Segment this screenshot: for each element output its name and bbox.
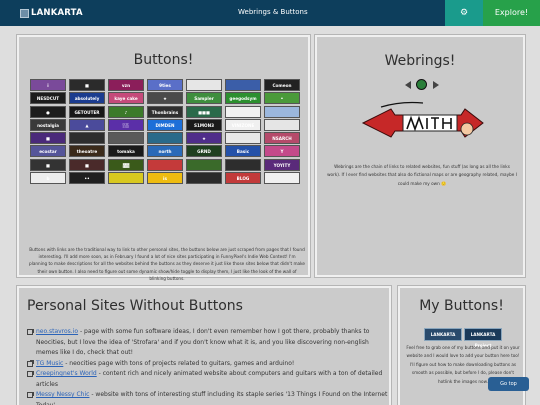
list-item: neo.stavros.io - page with some fun soft… [27, 327, 389, 359]
site-88x31-button[interactable] [225, 158, 261, 171]
prev-arrow-icon[interactable] [405, 81, 411, 89]
list-item: TG Music - neocities page with tons of p… [27, 359, 389, 370]
site-88x31-button[interactable]: ● [30, 105, 66, 118]
brand-flag-icon [20, 8, 29, 18]
site-88x31-button[interactable] [186, 158, 222, 171]
my-buttons-heading: My Buttons! [419, 298, 504, 314]
site-88x31-button[interactable]: • [264, 92, 300, 105]
site-88x31-button[interactable]: NSARCH [264, 132, 300, 145]
my-button-lankarta-project[interactable]: LANKARTA Project [464, 328, 502, 348]
site-88x31-button[interactable]: BLOG [225, 171, 261, 184]
site-88x31-button[interactable]: is [147, 171, 183, 184]
site-88x31-button[interactable]: tomaka [108, 145, 144, 158]
site-88x31-button[interactable] [225, 132, 261, 145]
site-88x31-button[interactable]: ★ [147, 92, 183, 105]
external-link-icon [27, 391, 34, 398]
site-description: - website with tons of interesting stuff… [36, 391, 388, 405]
site-88x31-button[interactable] [108, 171, 144, 184]
site-88x31-button[interactable]: GETOUTER [69, 105, 105, 118]
site-link[interactable]: Messy Nessy Chic [36, 391, 89, 398]
site-88x31-button[interactable]: YOYITY [264, 158, 300, 171]
external-link-icon [27, 360, 34, 367]
buttons-heading: Buttons! [133, 52, 194, 68]
buttons-panel: Buttons! i ■ vzn 9ties Comeon NESDCUT absolute… [17, 35, 310, 281]
site-88x31-button[interactable]: north [147, 145, 183, 158]
button-wall: i ■ vzn 9ties Comeon NESDCUT absolutely kaye ca… [30, 79, 302, 185]
personal-sites-panel: Personal Sites Without Buttons neo.stavr… [17, 286, 391, 405]
site-88x31-button[interactable]: ★ [186, 132, 222, 145]
site-88x31-button[interactable]: ■ [30, 132, 66, 145]
brand-name: LANKARTA [31, 8, 83, 18]
personal-sites-heading: Personal Sites Without Buttons [27, 298, 243, 314]
site-88x31-button[interactable] [147, 132, 183, 145]
webrings-description: Webrings are the chain of links to relat… [327, 164, 517, 186]
my-button-lankarta[interactable]: LANKARTA [424, 328, 462, 341]
site-88x31-button[interactable]: theoatre [69, 145, 105, 158]
site-88x31-button[interactable] [147, 158, 183, 171]
site-description: - page with some fun software ideas, I d… [36, 328, 370, 356]
external-link-icon [27, 370, 34, 377]
list-item: Messy Nessy Chic - website with tons of … [27, 390, 389, 405]
site-88x31-button[interactable]: ■ [69, 158, 105, 171]
site-88x31-button[interactable]: kaye cake [108, 92, 144, 105]
webring-banner-image[interactable] [361, 93, 485, 153]
go-top-button[interactable]: Go top [488, 377, 529, 391]
site-88x31-button[interactable]: ▲ [69, 118, 105, 131]
site-88x31-button[interactable]: GRND [186, 145, 222, 158]
personal-sites-list: neo.stavros.io - page with some fun soft… [27, 327, 389, 405]
webring-globe-icon[interactable] [416, 79, 427, 90]
site-88x31-button[interactable]: ▓▓ [108, 158, 144, 171]
site-88x31-button[interactable]: ░░ [108, 118, 144, 131]
site-88x31-button[interactable] [264, 105, 300, 118]
webrings-panel: Webrings! Webrings are the chain of link… [315, 35, 525, 277]
site-88x31-button[interactable]: NESDCUT [30, 92, 66, 105]
site-88x31-button[interactable] [186, 171, 222, 184]
brand-logo[interactable]: LANKARTA [20, 7, 83, 19]
webrings-heading: Webrings! [384, 53, 456, 69]
site-88x31-button[interactable] [186, 79, 222, 91]
site-88x31-button[interactable]: b [30, 171, 66, 184]
site-88x31-button[interactable]: vzn [108, 79, 144, 91]
site-link[interactable]: TG Music [36, 360, 63, 367]
site-88x31-button[interactable]: ♪ [108, 105, 144, 118]
site-88x31-button[interactable] [69, 132, 105, 145]
top-navbar: LANKARTA Webrings & Buttons ⚙ Explore! [0, 0, 540, 26]
page-title: Webrings & Buttons [238, 8, 308, 16]
buttons-description: Buttons with links are the traditional w… [29, 247, 305, 281]
site-88x31-button[interactable]: absolutely [69, 92, 105, 105]
site-88x31-button[interactable]: VINIZONE [225, 118, 261, 131]
site-88x31-button[interactable]: •• [69, 171, 105, 184]
site-88x31-button[interactable]: ■ [30, 158, 66, 171]
site-88x31-button[interactable]: ■ [69, 79, 105, 91]
next-arrow-icon[interactable] [433, 81, 439, 89]
site-link[interactable]: Creepingnet's World [36, 370, 97, 377]
site-88x31-button[interactable]: S1MON3 [186, 118, 222, 131]
site-88x31-button[interactable]: DIMDEN [147, 118, 183, 131]
site-88x31-button[interactable]: nostalgia [30, 118, 66, 131]
settings-gear-icon[interactable]: ⚙ [445, 0, 483, 26]
site-88x31-button[interactable]: Y [264, 145, 300, 158]
site-88x31-button[interactable]: ■■■ [186, 105, 222, 118]
webring-nav [405, 79, 439, 91]
site-88x31-button[interactable]: Thonbrains [147, 105, 183, 118]
site-88x31-button[interactable] [264, 171, 300, 184]
site-88x31-button[interactable] [225, 105, 261, 118]
list-item: Creepingnet's World - content rich and n… [27, 369, 389, 390]
site-88x31-button[interactable] [264, 118, 300, 131]
site-88x31-button[interactable]: Comeon [264, 79, 300, 91]
site-88x31-button[interactable]: i [30, 79, 66, 91]
site-88x31-button[interactable]: ecostar [30, 145, 66, 158]
site-description: - neocities page with tons of projects r… [63, 359, 295, 367]
site-88x31-button[interactable] [108, 132, 144, 145]
site-88x31-button[interactable] [225, 79, 261, 91]
site-link[interactable]: neo.stavros.io [36, 328, 78, 335]
explore-button[interactable]: Explore! [483, 0, 540, 26]
site-88x31-button[interactable]: Sampler [186, 92, 222, 105]
external-link-icon [27, 328, 34, 335]
site-88x31-button[interactable]: geegodsym [225, 92, 261, 105]
site-88x31-button[interactable]: 9ties [147, 79, 183, 91]
site-88x31-button[interactable]: Basic [225, 145, 261, 158]
